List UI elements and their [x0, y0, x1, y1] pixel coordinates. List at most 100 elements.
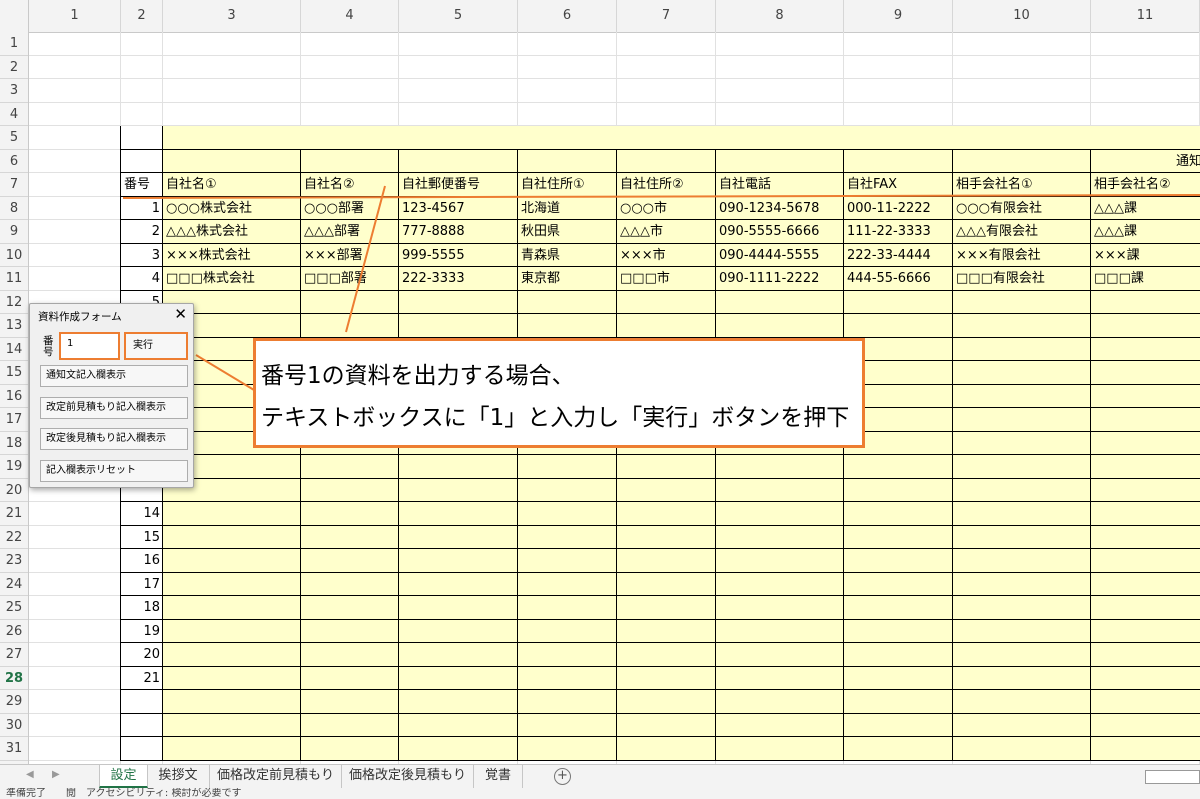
- row-header[interactable]: 29: [0, 690, 28, 714]
- column-header[interactable]: 3: [163, 0, 301, 32]
- tab-settings[interactable]: 設定: [99, 765, 148, 788]
- table-cell[interactable]: △△△市: [617, 220, 716, 244]
- row-header[interactable]: 4: [0, 103, 28, 126]
- table-header-cell[interactable]: 自社住所①: [518, 173, 617, 197]
- table-cell[interactable]: △△△課: [1091, 197, 1200, 221]
- table-cell[interactable]: 090-4444-5555: [716, 244, 844, 268]
- table-cell[interactable]: 19: [121, 620, 163, 644]
- table-cell[interactable]: 北海道: [518, 197, 617, 221]
- row-header[interactable]: 26: [0, 620, 28, 643]
- table-cell[interactable]: 090-1111-2222: [716, 267, 844, 291]
- row-header[interactable]: 3: [0, 79, 28, 103]
- row-header[interactable]: 5: [0, 126, 28, 150]
- table-cell[interactable]: 2: [121, 220, 163, 244]
- reset-fields-button[interactable]: 記入欄表示リセット: [40, 460, 188, 482]
- column-header[interactable]: 7: [617, 0, 716, 32]
- close-icon[interactable]: ✕: [174, 305, 187, 323]
- table-cell[interactable]: 1: [121, 197, 163, 221]
- row-header[interactable]: 17: [0, 408, 28, 432]
- table-cell[interactable]: ×××課: [1091, 244, 1200, 268]
- table-cell[interactable]: 秋田県: [518, 220, 617, 244]
- row-header[interactable]: 2: [0, 56, 28, 79]
- table-cell[interactable]: 999-5555: [399, 244, 518, 268]
- row-header[interactable]: 7: [0, 173, 28, 197]
- row-header[interactable]: 15: [0, 361, 28, 385]
- table-header-cell[interactable]: 自社名②: [301, 173, 399, 197]
- table-cell[interactable]: □□□株式会社: [163, 267, 301, 291]
- table-cell[interactable]: 000-11-2222: [844, 197, 953, 221]
- table-cell[interactable]: ○○○部署: [301, 197, 399, 221]
- column-header[interactable]: 1: [29, 0, 121, 32]
- row-header[interactable]: 10: [0, 244, 28, 267]
- row-header[interactable]: 30: [0, 714, 28, 737]
- execute-button[interactable]: 実行: [124, 332, 188, 360]
- table-cell[interactable]: 青森県: [518, 244, 617, 268]
- table-cell[interactable]: △△△部署: [301, 220, 399, 244]
- table-header-cell[interactable]: 自社住所②: [617, 173, 716, 197]
- table-cell[interactable]: 090-1234-5678: [716, 197, 844, 221]
- table-cell[interactable]: 4: [121, 267, 163, 291]
- table-cell[interactable]: ×××市: [617, 244, 716, 268]
- row-header[interactable]: 14: [0, 338, 28, 361]
- table-cell[interactable]: □□□有限会社: [953, 267, 1091, 291]
- table-cell[interactable]: 20: [121, 643, 163, 667]
- table-cell[interactable]: ○○○株式会社: [163, 197, 301, 221]
- row-header[interactable]: 24: [0, 573, 28, 596]
- table-header-cell[interactable]: 相手会社名①: [953, 173, 1091, 197]
- row-header[interactable]: 23: [0, 549, 28, 573]
- table-cell[interactable]: 3: [121, 244, 163, 268]
- column-header[interactable]: 8: [716, 0, 844, 32]
- table-cell[interactable]: 17: [121, 573, 163, 597]
- row-header[interactable]: 13: [0, 314, 28, 338]
- tab-scroll-right-icon[interactable]: ▶: [52, 769, 60, 780]
- table-header-cell[interactable]: 相手会社名②: [1091, 173, 1200, 197]
- row-header[interactable]: 16: [0, 385, 28, 408]
- table-header-cell[interactable]: 自社名①: [163, 173, 301, 197]
- table-cell[interactable]: ○○○有限会社: [953, 197, 1091, 221]
- column-header[interactable]: 10: [953, 0, 1091, 32]
- column-header[interactable]: 5: [399, 0, 518, 32]
- table-cell[interactable]: 14: [121, 502, 163, 526]
- table-cell[interactable]: 222-33-4444: [844, 244, 953, 268]
- table-cell[interactable]: △△△有限会社: [953, 220, 1091, 244]
- tab-memorandum[interactable]: 覚書: [474, 765, 523, 788]
- row-header[interactable]: 19: [0, 455, 28, 479]
- tab-post-revision-estimate[interactable]: 価格改定後見積もり: [342, 765, 474, 788]
- row-header[interactable]: 18: [0, 432, 28, 455]
- horizontal-scrollbar[interactable]: [1145, 770, 1200, 784]
- table-cell[interactable]: 東京都: [518, 267, 617, 291]
- table-cell[interactable]: 123-4567: [399, 197, 518, 221]
- row-header[interactable]: 31: [0, 737, 28, 761]
- show-notice-fields-button[interactable]: 通知文記入欄表示: [40, 365, 188, 387]
- row-header[interactable]: 9: [0, 220, 28, 244]
- row-header[interactable]: 21: [0, 502, 28, 526]
- table-header-cell[interactable]: 自社電話: [716, 173, 844, 197]
- table-cell[interactable]: ×××有限会社: [953, 244, 1091, 268]
- table-cell[interactable]: ○○○市: [617, 197, 716, 221]
- tab-pre-revision-estimate[interactable]: 価格改定前見積もり: [210, 765, 342, 788]
- table-cell[interactable]: □□□課: [1091, 267, 1200, 291]
- row-header[interactable]: 11: [0, 267, 28, 291]
- table-cell[interactable]: 18: [121, 596, 163, 620]
- table-cell[interactable]: 111-22-3333: [844, 220, 953, 244]
- table-cell[interactable]: ×××部署: [301, 244, 399, 268]
- column-header[interactable]: 9: [844, 0, 953, 32]
- row-header[interactable]: 27: [0, 643, 28, 667]
- row-header[interactable]: 20: [0, 479, 28, 502]
- table-cell[interactable]: △△△株式会社: [163, 220, 301, 244]
- table-header-cell[interactable]: 自社郵便番号: [399, 173, 518, 197]
- row-header[interactable]: 12: [0, 291, 28, 314]
- column-header[interactable]: 11: [1091, 0, 1200, 32]
- row-header[interactable]: 6: [0, 150, 28, 173]
- select-all-corner[interactable]: [0, 0, 29, 32]
- tab-greeting[interactable]: 挨拶文: [147, 765, 210, 788]
- row-header[interactable]: 28: [0, 667, 28, 690]
- number-input[interactable]: 1: [59, 332, 120, 360]
- table-cell[interactable]: △△△課: [1091, 220, 1200, 244]
- table-cell[interactable]: 16: [121, 549, 163, 573]
- table-cell[interactable]: 21: [121, 667, 163, 691]
- show-post-revision-estimate-button[interactable]: 改定後見積もり記入欄表示: [40, 428, 188, 450]
- column-header[interactable]: 6: [518, 0, 617, 32]
- table-cell[interactable]: □□□市: [617, 267, 716, 291]
- table-header-cell[interactable]: 自社FAX: [844, 173, 953, 197]
